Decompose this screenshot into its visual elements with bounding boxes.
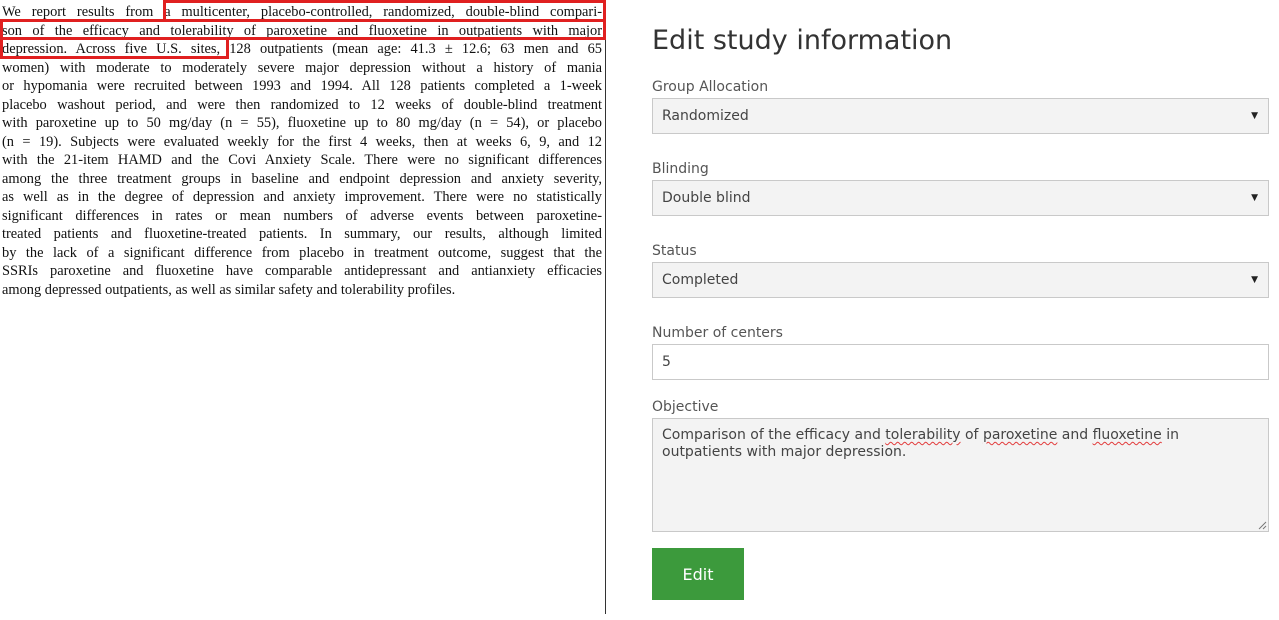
number-of-centers-input[interactable]: 5: [652, 344, 1269, 380]
abstract-line: by the lack of a significant difference …: [2, 244, 602, 261]
abstract-line: as well as in the degree of depression a…: [2, 189, 602, 205]
abstract-line: SSRIs paroxetine and fluoxetine have com…: [2, 263, 602, 279]
page-title: Edit study information: [652, 25, 953, 56]
objective-label: Objective: [652, 399, 719, 415]
abstract-line: among depressed outpatients, as well as …: [2, 281, 456, 298]
resize-handle-icon[interactable]: [1257, 520, 1267, 530]
number-of-centers-value: 5: [662, 354, 671, 370]
status-label: Status: [652, 243, 697, 259]
abstract-line: son of the efficacy and tolerability of …: [2, 22, 602, 39]
abstract-line: treated patients and fluoxetine-treated …: [2, 226, 602, 242]
document-pane: We report results from a multicenter, pl…: [0, 0, 606, 614]
blinding-select[interactable]: Double blind ▼: [652, 180, 1269, 216]
status-value: Completed: [662, 272, 739, 288]
chevron-down-icon: ▼: [1251, 111, 1258, 121]
abstract-line: among the three treatment groups in base…: [2, 170, 602, 187]
group-allocation-select[interactable]: Randomized ▼: [652, 98, 1269, 134]
blinding-value: Double blind: [662, 190, 751, 206]
group-allocation-label: Group Allocation: [652, 79, 769, 95]
abstract-line: women) with moderate to moderately sever…: [2, 59, 602, 76]
abstract-line: or hypomania were recruited between 1993…: [2, 78, 602, 94]
group-allocation-value: Randomized: [662, 108, 749, 124]
abstract-line: (n = 19). Subjects were evaluated weekly…: [2, 133, 602, 150]
abstract-line: placebo washout period, and were then ra…: [2, 96, 602, 113]
abstract-line: significant differences in rates or mean…: [2, 207, 602, 224]
chevron-down-icon: ▼: [1251, 275, 1258, 285]
status-select[interactable]: Completed ▼: [652, 262, 1269, 298]
chevron-down-icon: ▼: [1251, 193, 1258, 203]
blinding-label: Blinding: [652, 161, 709, 177]
number-of-centers-label: Number of centers: [652, 325, 783, 341]
abstract-line: with the 21-item HAMD and the Covi Anxie…: [2, 152, 602, 168]
edit-button[interactable]: Edit: [652, 548, 744, 600]
objective-textarea[interactable]: Comparison of the efficacy and tolerabil…: [652, 418, 1269, 532]
objective-text: Comparison of the efficacy and tolerabil…: [662, 427, 1179, 460]
abstract-line: with paroxetine up to 50 mg/day (n = 55)…: [2, 115, 602, 131]
abstract-line: depression. Across five U.S. sites, 128 …: [2, 41, 602, 57]
abstract-line: We report results from a multicenter, pl…: [2, 4, 602, 20]
abstract-text: We report results from a multicenter, pl…: [2, 3, 602, 299]
